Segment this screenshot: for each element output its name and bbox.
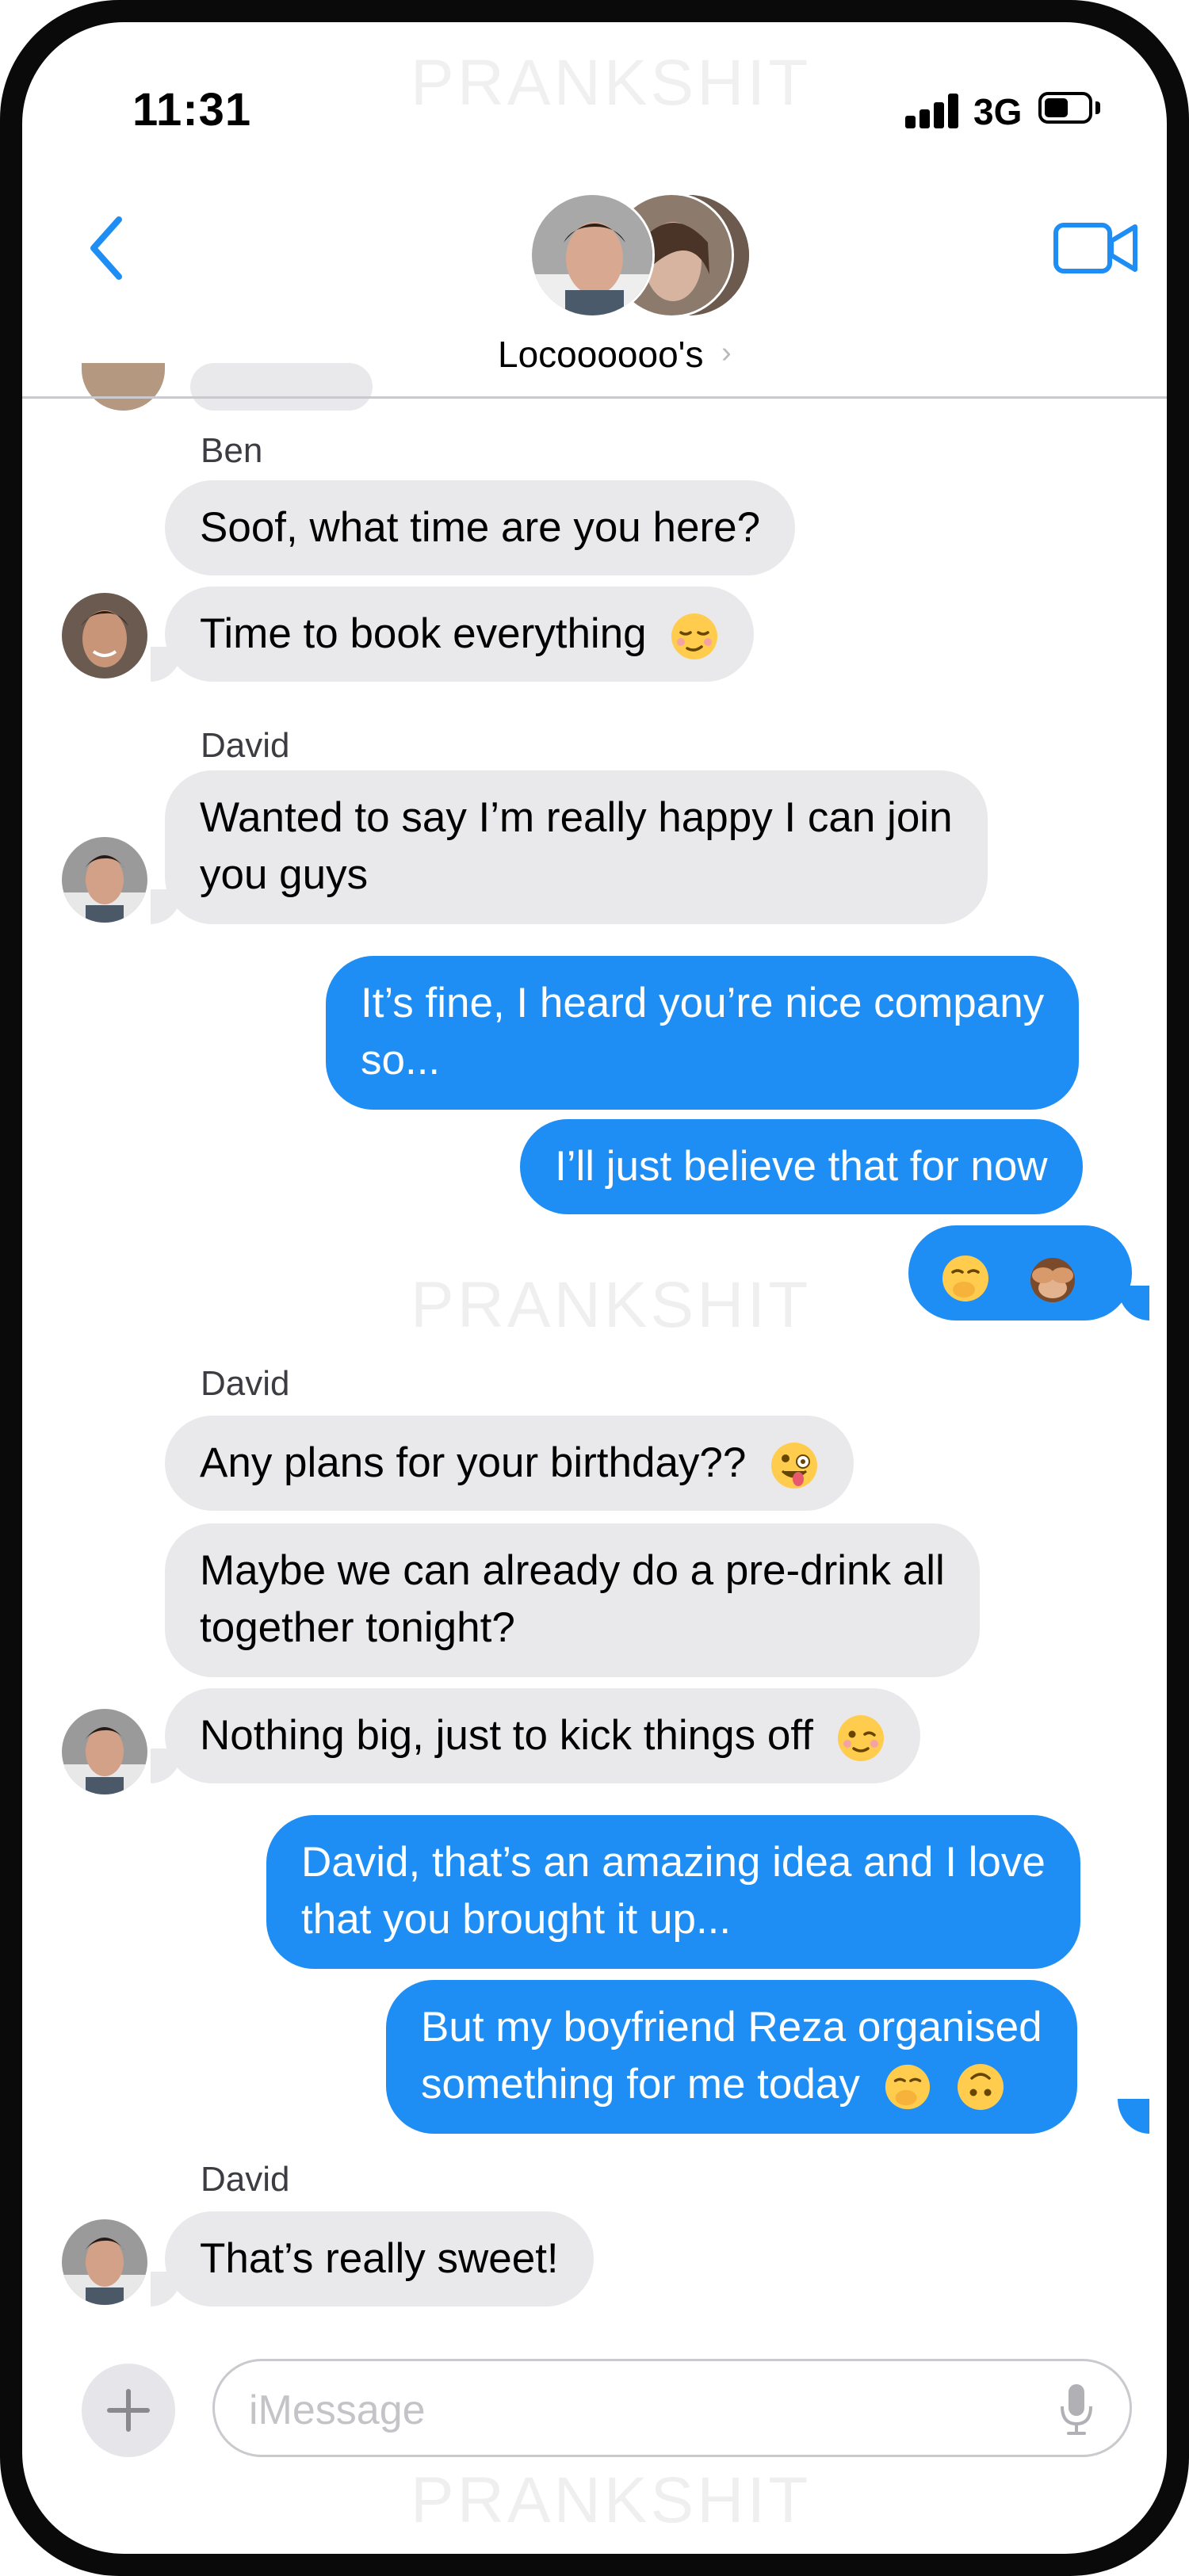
watermark-top: PRANKSHIT bbox=[411, 47, 812, 119]
back-button[interactable] bbox=[78, 208, 141, 288]
sender-name: Ben bbox=[201, 431, 263, 470]
avatar-david[interactable] bbox=[62, 1709, 147, 1794]
message-text-line: It’s fine, I heard you’re nice company bbox=[361, 980, 1045, 1026]
message-bubble-incoming[interactable]: Wanted to say I’m really happy I can joi… bbox=[165, 770, 988, 924]
bubble-tail bbox=[1118, 2099, 1149, 2134]
battery-icon bbox=[1038, 92, 1092, 124]
message-bubble-incoming[interactable]: Time to book everything bbox=[165, 587, 755, 682]
message-bubble-incoming[interactable]: Maybe we can already do a pre-drink all t… bbox=[165, 1523, 980, 1677]
message-text-line: David, that’s an amazing idea and I love bbox=[301, 1839, 1046, 1886]
bubble-tail bbox=[151, 889, 182, 924]
battery-tip bbox=[1095, 101, 1100, 114]
message-bubble-partial bbox=[190, 363, 373, 411]
message-text: something for me today bbox=[421, 2061, 860, 2108]
message-bubble-outgoing[interactable]: David, that’s an amazing idea and I love… bbox=[266, 1815, 1080, 1969]
message-text-line: you guys bbox=[200, 851, 369, 898]
message-bubble-outgoing-emoji[interactable] bbox=[908, 1225, 1132, 1320]
screen: 11:31 3G PRANKSHIT PRANKSHIT PRANKSHIT L… bbox=[22, 22, 1167, 2554]
zany-face-emoji bbox=[770, 1443, 817, 1489]
message-bubble-outgoing[interactable]: I’ll just believe that for now bbox=[520, 1119, 1083, 1214]
header-divider bbox=[22, 396, 1167, 399]
message-text-line: that you brought it up... bbox=[301, 1896, 732, 1943]
face-with-hand-over-mouth-emoji bbox=[942, 1256, 988, 1301]
sender-name: David bbox=[201, 1364, 290, 1403]
message-bubble-incoming[interactable]: That’s really sweet! bbox=[165, 2211, 594, 2307]
message-text: Nothing big, just to kick things off bbox=[200, 1712, 813, 1759]
message-bubble-incoming[interactable]: Soof, what time are you here? bbox=[165, 480, 796, 575]
message-text: Soof, what time are you here? bbox=[200, 504, 761, 551]
avatar-david[interactable] bbox=[62, 837, 147, 923]
message-text: I’ll just believe that for now bbox=[555, 1143, 1048, 1190]
winking-face-emoji bbox=[838, 1715, 885, 1761]
upside-down-face-emoji bbox=[957, 2064, 1004, 2110]
group-avatar[interactable] bbox=[530, 193, 751, 319]
member-avatar-1 bbox=[530, 193, 655, 318]
message-text-line: But my boyfriend Reza organised bbox=[421, 2004, 1042, 2050]
message-input-placeholder: iMessage bbox=[249, 2387, 426, 2433]
sender-name: David bbox=[201, 2160, 290, 2199]
chevron-left-icon bbox=[90, 216, 122, 280]
message-text: Time to book everything bbox=[200, 610, 647, 657]
message-text-line: Wanted to say I’m really happy I can joi… bbox=[200, 794, 953, 841]
microphone-icon[interactable] bbox=[1059, 2383, 1094, 2436]
watermark-bottom: PRANKSHIT bbox=[411, 2464, 812, 2536]
bubble-tail bbox=[1118, 1286, 1149, 1320]
avatar-david[interactable] bbox=[62, 2219, 147, 2305]
video-call-button[interactable] bbox=[1053, 220, 1140, 276]
signal-bars-icon bbox=[905, 94, 961, 128]
avatar-ben[interactable] bbox=[62, 593, 147, 678]
status-time: 11:31 bbox=[132, 84, 252, 136]
message-text: Any plans for your birthday?? bbox=[200, 1439, 747, 1486]
message-text-line: so... bbox=[361, 1037, 441, 1084]
phone-frame: 11:31 3G PRANKSHIT PRANKSHIT PRANKSHIT L… bbox=[0, 0, 1189, 2576]
sender-name: David bbox=[201, 726, 290, 765]
chat-title[interactable]: Locoooooo's bbox=[498, 333, 703, 376]
avatar-partial bbox=[82, 363, 165, 411]
relieved-face-emoji bbox=[671, 613, 718, 659]
face-with-hand-over-mouth-emoji bbox=[885, 2064, 931, 2110]
bubble-tail bbox=[151, 2272, 182, 2307]
message-text-line: together tonight? bbox=[200, 1604, 515, 1651]
network-type: 3G bbox=[973, 91, 1023, 132]
see-no-evil-monkey-emoji bbox=[1030, 1258, 1076, 1302]
message-text-line: Maybe we can already do a pre-drink all bbox=[200, 1547, 945, 1594]
message-bubble-incoming[interactable]: Nothing big, just to kick things off bbox=[165, 1688, 921, 1783]
bubble-tail bbox=[151, 647, 182, 682]
message-bubble-outgoing[interactable]: But my boyfriend Reza organised something… bbox=[386, 1980, 1077, 2134]
chevron-right-icon[interactable]: › bbox=[721, 336, 732, 370]
message-bubble-outgoing[interactable]: It’s fine, I heard you’re nice company so… bbox=[326, 956, 1080, 1110]
message-text-line: something for me today bbox=[421, 2056, 1042, 2113]
watermark-middle: PRANKSHIT bbox=[411, 1269, 812, 1341]
video-camera-icon bbox=[1053, 223, 1137, 273]
message-text: That’s really sweet! bbox=[200, 2235, 559, 2282]
apps-button[interactable] bbox=[82, 2364, 175, 2457]
message-bubble-incoming[interactable]: Any plans for your birthday?? bbox=[165, 1416, 854, 1511]
bubble-tail bbox=[151, 1749, 182, 1783]
plus-icon bbox=[107, 2389, 150, 2432]
